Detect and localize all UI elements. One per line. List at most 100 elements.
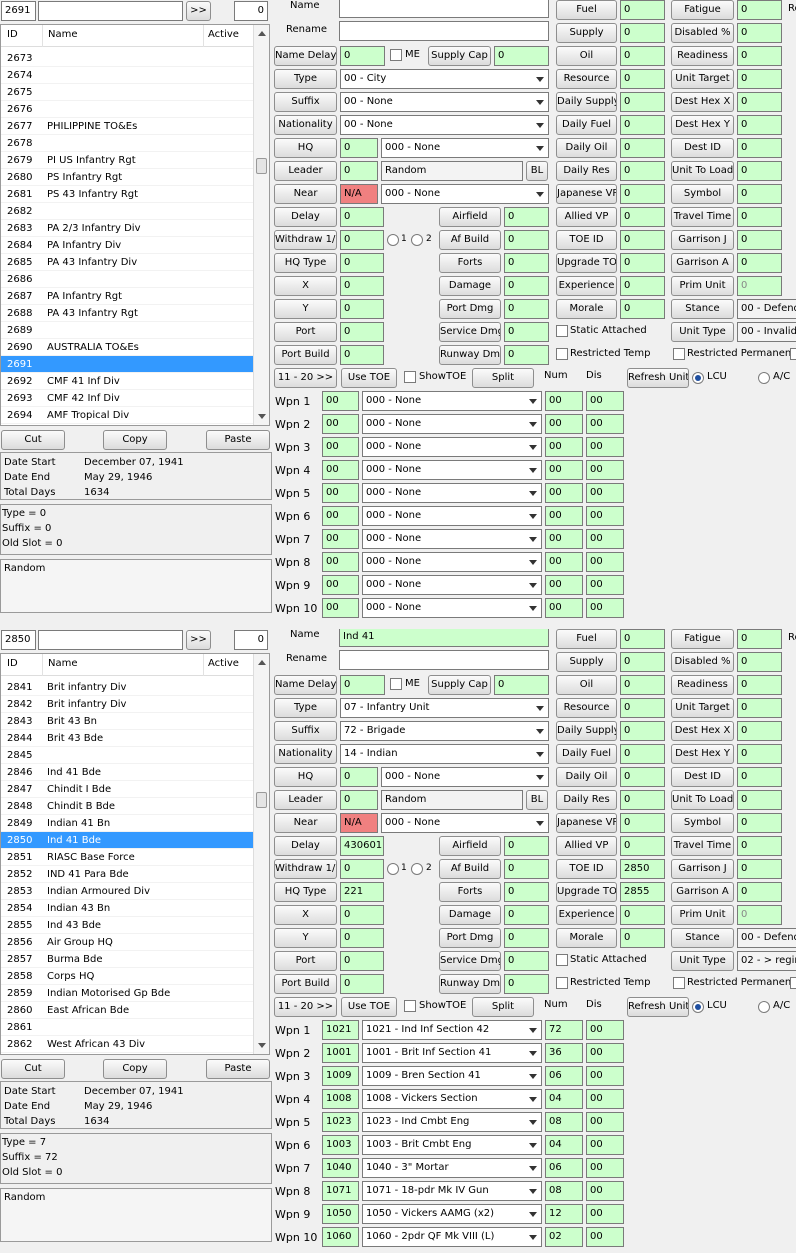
forts-field[interactable]: 0 [504,882,549,902]
disabled-field[interactable]: 0 [737,23,782,43]
delay-field[interactable]: 430601 [340,836,384,856]
weapon-dis-field[interactable]: 00 [586,1043,624,1063]
port-button[interactable]: Port [274,951,337,971]
travel-time-button[interactable]: Travel Time [671,836,734,856]
table-row[interactable]: 2679 PI US Infantry Rgt [1,152,254,169]
table-row[interactable]: 2689 [1,322,254,339]
next-button[interactable]: >> [186,630,211,650]
weapon-select[interactable]: 1008 - Vickers Section [362,1089,542,1109]
search-input[interactable] [38,1,183,21]
weapon-select[interactable]: 000 - None [362,460,542,480]
table-row[interactable]: 2861 [1,1019,254,1036]
suffix-button[interactable]: Suffix [274,92,337,112]
airfield-button[interactable]: Airfield [439,207,501,227]
garrison-a-field[interactable]: 0 [737,882,782,902]
fuel-button[interactable]: Fuel [556,629,617,649]
daily-res-field[interactable]: 0 [620,161,665,181]
port-build-button[interactable]: Port Build [274,974,337,994]
port-build-button[interactable]: Port Build [274,345,337,365]
daily-res-button[interactable]: Daily Res [556,790,617,810]
name-input[interactable]: Ind 41 [339,629,549,647]
dest-hex-y-field[interactable]: 0 [737,744,782,764]
weapon-code-field[interactable]: 1050 [322,1204,359,1224]
af-build-field[interactable]: 0 [504,230,549,250]
y-field[interactable]: 0 [340,299,384,319]
weapon-num-field[interactable]: 04 [545,1135,583,1155]
table-row[interactable]: 2860 East African Bde [1,1002,254,1019]
withdraw-radio-2[interactable] [411,234,423,246]
garrison-a-button[interactable]: Garrison A [671,882,734,902]
supply-field[interactable]: 0 [620,652,665,672]
table-row[interactable]: 2688 PA 43 Infantry Rgt [1,305,254,322]
garrison-a-button[interactable]: Garrison A [671,253,734,273]
resource-button[interactable]: Resource [556,698,617,718]
supply-cap-field[interactable]: 0 [494,46,549,66]
daily-supply-field[interactable]: 0 [620,92,665,112]
name-delay-button[interactable]: Name Delay [274,675,337,695]
scroll-up-icon[interactable] [258,31,266,36]
hq-type-field[interactable]: 221 [340,882,384,902]
unit-target-button[interactable]: Unit Target [671,69,734,89]
resource-field[interactable]: 0 [620,698,665,718]
japanese-vp-field[interactable]: 0 [620,813,665,833]
table-row[interactable]: 2682 [1,203,254,220]
table-row[interactable]: 2678 [1,135,254,152]
unit-to-load-button[interactable]: Unit To Load [671,161,734,181]
lcu-radio[interactable] [692,1001,704,1013]
weapon-code-field[interactable]: 1040 [322,1158,359,1178]
readiness-field[interactable]: 0 [737,675,782,695]
edge-checkbox[interactable] [790,977,796,989]
weapon-select[interactable]: 1021 - Ind Inf Section 42 [362,1020,542,1040]
hq-type-field[interactable]: 0 [340,253,384,273]
table-row[interactable]: 2847 Chindit I Bde [1,781,254,798]
weapon-code-field[interactable]: 1021 [322,1020,359,1040]
table-row[interactable]: 2681 PS 43 Infantry Rgt [1,186,254,203]
weapon-select[interactable]: 1023 - Ind Cmbt Eng [362,1112,542,1132]
weapon-dis-field[interactable]: 00 [586,1158,624,1178]
table-row[interactable]: 2852 IND 41 Para Bde [1,866,254,883]
table-row[interactable]: 2858 Corps HQ [1,968,254,985]
weapon-num-field[interactable]: 00 [545,575,583,595]
table-row[interactable]: 2674 [1,67,254,84]
weapon-num-field[interactable]: 04 [545,1089,583,1109]
supply-cap-field[interactable]: 0 [494,675,549,695]
weapon-select[interactable]: 000 - None [362,437,542,457]
scroll-up-icon[interactable] [258,660,266,665]
split-button[interactable]: Split [472,368,534,388]
weapon-num-field[interactable]: 00 [545,529,583,549]
garrison-a-field[interactable]: 0 [737,253,782,273]
table-row[interactable]: 2691 [1,356,254,373]
name-delay-button[interactable]: Name Delay [274,46,337,66]
port-dmg-button[interactable]: Port Dmg [439,299,501,319]
weapon-dis-field[interactable]: 00 [586,1204,624,1224]
forts-button[interactable]: Forts [439,253,501,273]
weapon-code-field[interactable]: 1003 [322,1135,359,1155]
dest-id-field[interactable]: 0 [737,767,782,787]
symbol-button[interactable]: Symbol [671,813,734,833]
name-delay-field[interactable]: 0 [340,675,385,695]
port-dmg-field[interactable]: 0 [504,928,549,948]
weapon-num-field[interactable]: 08 [545,1181,583,1201]
weapon-num-field[interactable]: 00 [545,483,583,503]
table-row[interactable]: 2675 [1,84,254,101]
scroll-thumb[interactable] [256,792,267,808]
table-row[interactable]: 2685 PA 43 Infantry Div [1,254,254,271]
service-dmg-button[interactable]: Service Dmg [439,951,501,971]
allied-vp-field[interactable]: 0 [620,207,665,227]
list-scrollbar[interactable] [253,25,269,425]
weapon-select[interactable]: 1003 - Brit Cmbt Eng [362,1135,542,1155]
leader-field[interactable]: 0 [340,161,378,181]
dest-hex-x-field[interactable]: 0 [737,721,782,741]
supply-field[interactable]: 0 [620,23,665,43]
me-checkbox[interactable] [390,678,402,690]
port-build-field[interactable]: 0 [340,345,384,365]
ac-radio[interactable] [758,1001,770,1013]
suffix-button[interactable]: Suffix [274,721,337,741]
leader-button[interactable]: Leader [274,790,337,810]
daily-fuel-button[interactable]: Daily Fuel [556,744,617,764]
withdraw-radio-1[interactable] [387,863,399,875]
dest-hex-x-field[interactable]: 0 [737,92,782,112]
leader-field[interactable]: 0 [340,790,378,810]
unit-target-field[interactable]: 0 [737,698,782,718]
fuel-button[interactable]: Fuel [556,0,617,20]
